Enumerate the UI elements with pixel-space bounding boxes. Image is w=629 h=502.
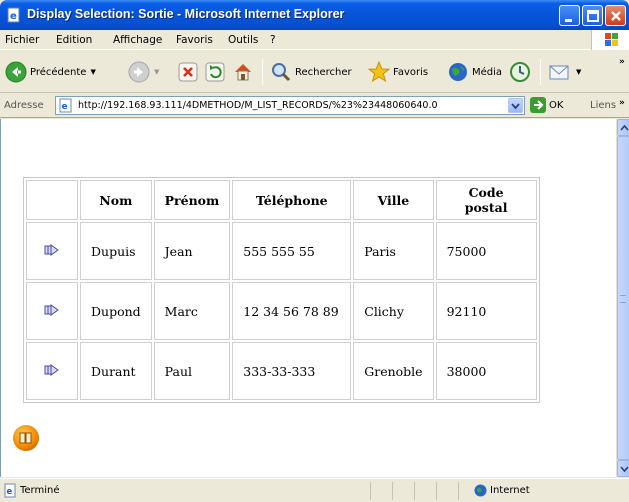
back-label: Précédente — [30, 66, 87, 78]
header-icon-cell — [26, 180, 78, 220]
back-dropdown-icon[interactable]: ▼ — [90, 68, 95, 76]
links-label[interactable]: Liens — [590, 100, 616, 111]
menu-favoris[interactable]: Favoris — [176, 34, 213, 46]
close-button[interactable] — [605, 5, 626, 26]
links-overflow-icon[interactable]: » — [619, 98, 625, 108]
cell-prenom: Paul — [153, 342, 231, 400]
cell-ville: Grenoble — [353, 342, 434, 400]
windows-logo-icon — [591, 30, 629, 50]
scroll-up-button[interactable] — [617, 119, 629, 136]
menu-outils[interactable]: Outils — [228, 34, 258, 46]
arrow-right-icon[interactable] — [44, 243, 60, 256]
svg-text:e: e — [7, 487, 13, 497]
search-icon — [272, 63, 291, 82]
cell-telephone: 333-33-333 — [232, 342, 352, 400]
refresh-button[interactable] — [205, 57, 225, 87]
mail-dropdown-icon[interactable]: ▼ — [576, 68, 581, 76]
header-telephone: Téléphone — [232, 180, 352, 220]
status-bar: e Terminé Internet — [0, 478, 629, 502]
favorites-button[interactable]: Favoris — [368, 57, 428, 87]
forward-button[interactable]: ▼ — [128, 57, 159, 87]
cell-code-postal: 75000 — [435, 222, 537, 280]
mail-icon — [549, 65, 569, 80]
table-row: Dupond Marc 12 34 56 78 89 Clichy 92110 — [26, 282, 537, 340]
arrow-right-icon[interactable] — [44, 363, 60, 376]
go-label[interactable]: OK — [549, 100, 563, 111]
header-prenom: Prénom — [153, 180, 231, 220]
cell-telephone: 555 555 55 — [232, 222, 352, 280]
svg-text:e: e — [10, 11, 17, 22]
cell-nom: Durant — [80, 342, 152, 400]
menu-fichier[interactable]: Fichier — [5, 34, 39, 46]
status-page-icon: e — [4, 483, 16, 498]
address-dropdown-icon[interactable] — [508, 98, 523, 113]
header-nom: Nom — [80, 180, 152, 220]
address-label: Adresse — [4, 100, 44, 111]
cell-ville: Paris — [353, 222, 434, 280]
row-link-cell[interactable] — [26, 282, 78, 340]
address-url: http://192.168.93.111/4DMETHOD/M_LIST_RE… — [78, 100, 438, 111]
forward-dropdown-icon[interactable]: ▼ — [154, 68, 159, 76]
cell-telephone: 12 34 56 78 89 — [232, 282, 352, 340]
cell-ville: Clichy — [353, 282, 434, 340]
forward-arrow-icon — [128, 61, 150, 83]
home-icon — [235, 64, 251, 81]
row-link-cell[interactable] — [26, 342, 78, 400]
status-text: Terminé — [20, 485, 60, 496]
stop-icon — [178, 62, 198, 82]
menu-affichage[interactable]: Affichage — [113, 34, 162, 46]
scroll-down-button[interactable] — [617, 460, 629, 477]
address-input[interactable]: e http://192.168.93.111/4DMETHOD/M_LIST_… — [55, 96, 525, 115]
cell-prenom: Marc — [153, 282, 231, 340]
svg-text:e: e — [62, 102, 68, 112]
cell-nom: Dupuis — [80, 222, 152, 280]
cell-code-postal: 92110 — [435, 282, 537, 340]
menu-edition[interactable]: Edition — [56, 34, 92, 46]
zone-text: Internet — [490, 485, 530, 496]
media-globe-icon — [449, 63, 467, 81]
media-label: Média — [472, 66, 503, 78]
ie-page-icon: e — [7, 7, 20, 23]
cell-nom: Dupond — [80, 282, 152, 340]
records-table: Nom Prénom Téléphone Ville Code postal D… — [23, 177, 540, 403]
4d-logo-icon[interactable] — [13, 425, 39, 451]
toolbar: Précédente ▼ ▼ Rechercher Favoris Média … — [0, 51, 629, 93]
history-button[interactable] — [509, 57, 531, 87]
arrow-right-icon[interactable] — [44, 303, 60, 316]
maximize-button[interactable] — [582, 5, 603, 26]
internet-zone-icon — [474, 484, 487, 497]
toolbar-overflow-icon[interactable]: » — [619, 57, 625, 67]
scroll-grip-icon — [620, 295, 626, 303]
refresh-icon — [205, 62, 225, 82]
table-row: Durant Paul 333-33-333 Grenoble 38000 — [26, 342, 537, 400]
page-icon: e — [59, 98, 72, 113]
address-bar: Adresse e http://192.168.93.111/4DMETHOD… — [0, 94, 629, 118]
favorites-label: Favoris — [393, 66, 429, 78]
header-code-postal: Code postal — [435, 180, 537, 220]
media-button[interactable]: Média — [447, 57, 502, 87]
home-button[interactable] — [232, 57, 254, 87]
row-link-cell[interactable] — [26, 222, 78, 280]
mail-button[interactable]: ▼ — [548, 57, 581, 87]
cell-prenom: Jean — [153, 222, 231, 280]
back-arrow-icon — [5, 61, 27, 83]
cell-code-postal: 38000 — [435, 342, 537, 400]
menu-help[interactable]: ? — [270, 34, 276, 46]
window-title: Display Selection: Sortie - Microsoft In… — [27, 7, 345, 21]
minimize-button[interactable] — [559, 5, 580, 26]
go-button[interactable] — [530, 97, 546, 113]
page-content: Nom Prénom Téléphone Ville Code postal D… — [0, 119, 616, 477]
search-button[interactable]: Rechercher — [270, 57, 352, 87]
history-icon — [510, 62, 530, 82]
menu-bar: Fichier Edition Affichage Favoris Outils… — [0, 30, 629, 50]
table-header-row: Nom Prénom Téléphone Ville Code postal — [26, 180, 537, 220]
search-label: Rechercher — [295, 66, 352, 78]
favorites-star-icon — [368, 61, 390, 83]
header-ville: Ville — [353, 180, 434, 220]
title-bar: e Display Selection: Sortie - Microsoft … — [0, 0, 629, 30]
stop-button[interactable] — [178, 57, 198, 87]
back-button[interactable]: Précédente ▼ — [5, 57, 96, 87]
table-row: Dupuis Jean 555 555 55 Paris 75000 — [26, 222, 537, 280]
vertical-scrollbar[interactable] — [616, 119, 629, 477]
